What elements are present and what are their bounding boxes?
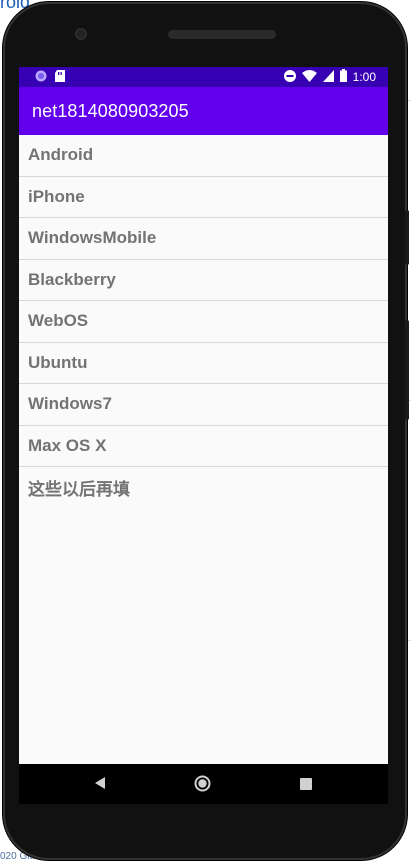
status-bar: 1:00 (19, 67, 388, 87)
wifi-icon (301, 69, 317, 85)
os-list: Android iPhone WindowsMobile Blackberry … (19, 135, 388, 509)
back-icon[interactable] (94, 776, 106, 795)
circle-icon (35, 70, 47, 85)
app-screen: 1:00 net1814080903205 Android iPhone Win… (19, 67, 388, 764)
list-item[interactable]: Max OS X (19, 426, 388, 467)
list-item[interactable]: WindowsMobile (19, 218, 388, 260)
list-item[interactable]: WebOS (19, 301, 388, 343)
app-bar: net1814080903205 (19, 87, 388, 135)
home-icon[interactable] (194, 775, 211, 797)
list-item[interactable]: iPhone (19, 177, 388, 218)
signal-icon (322, 69, 334, 85)
sd-card-icon (55, 70, 65, 85)
list-item[interactable]: Blackberry (19, 260, 388, 301)
list-item[interactable]: Android (19, 135, 388, 177)
list-item[interactable]: Windows7 (19, 384, 388, 426)
earpiece-speaker (168, 30, 276, 39)
clock-time: 1:00 (352, 70, 376, 84)
navigation-bar (19, 764, 388, 804)
battery-icon (339, 69, 347, 85)
dnd-icon (283, 69, 296, 85)
volume-button (405, 210, 409, 265)
app-title: net1814080903205 (32, 100, 189, 121)
list-item[interactable]: Ubuntu (19, 343, 388, 384)
recents-icon[interactable] (300, 777, 312, 795)
list-item[interactable]: 这些以后再填 (19, 467, 388, 509)
front-camera (75, 28, 87, 40)
power-button (405, 320, 409, 420)
